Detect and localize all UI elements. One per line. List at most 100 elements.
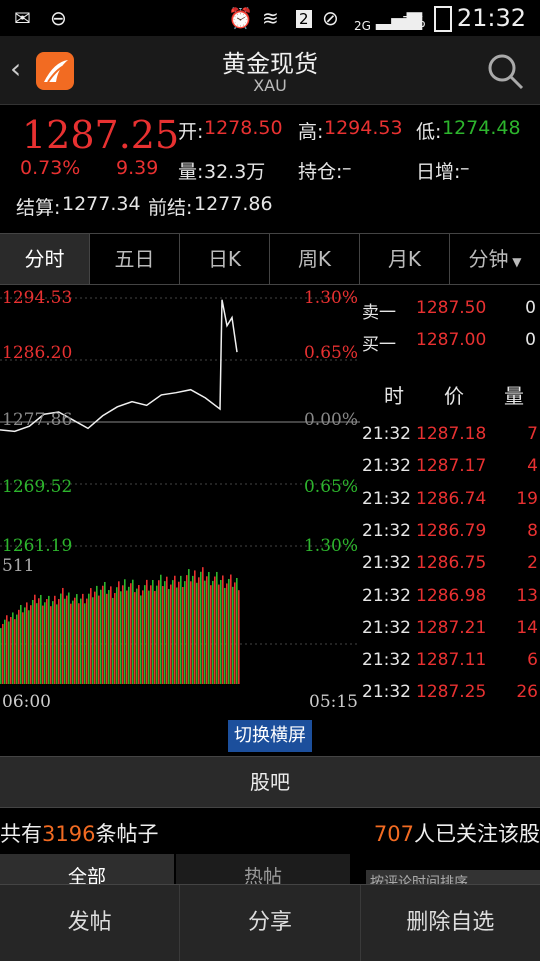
landscape-toggle-button[interactable]: 切换横屏: [228, 720, 312, 752]
volume-bar: [238, 590, 240, 684]
settle-label: 结算:: [16, 197, 61, 219]
sell1-qty: 0: [525, 298, 536, 318]
volume-bar: [138, 585, 140, 684]
tick-row: 21:32 1287.21 14: [360, 618, 540, 648]
post-count-suffix: 条帖子: [95, 822, 159, 846]
post-button[interactable]: 发帖: [0, 885, 181, 961]
volume-bar: [22, 612, 24, 684]
high-value: 1294.53: [324, 117, 403, 139]
volume-bar: [132, 579, 134, 684]
volume-bar: [144, 585, 146, 684]
volume-bar: [168, 589, 170, 684]
volume-bar: [198, 577, 200, 684]
last-price: 1287.25: [22, 113, 180, 157]
volume-bar: [152, 580, 154, 684]
tick-price: 1287.18: [416, 424, 487, 444]
volume-bar: [72, 600, 74, 684]
volume-bar: [38, 598, 40, 684]
volume-bar: [4, 619, 6, 684]
volume-bar: [92, 597, 94, 684]
tab-five-day[interactable]: 五日: [90, 234, 180, 284]
volume-bar: [6, 615, 8, 684]
change-value: 9.39: [116, 157, 159, 179]
volume-bar: [214, 576, 216, 684]
tick-price: 1287.21: [416, 617, 487, 638]
tick-qty: 8: [527, 520, 538, 541]
buy1-price: 1287.00: [416, 330, 487, 350]
clock: 21:32: [456, 4, 526, 32]
sell1-row: 卖一 1287.50 0: [360, 298, 540, 328]
volume-bar: [8, 621, 10, 684]
tick-row: 21:32 1287.17 4: [360, 456, 540, 486]
tab-intraday[interactable]: 分时: [0, 234, 90, 284]
volume-bar: [218, 584, 220, 684]
volume-bar: [50, 606, 52, 684]
volume-bar: [114, 592, 116, 684]
volume-bar: [160, 574, 162, 684]
dropdown-icon: ▼: [508, 255, 522, 269]
forum-button[interactable]: 股吧: [0, 756, 540, 808]
tick-time: 21:32: [362, 585, 411, 606]
tick-price: 1286.79: [416, 520, 487, 541]
pct-label-upper: 0.65%: [303, 343, 358, 363]
tab-weekly-k[interactable]: 周K: [270, 234, 360, 284]
post-count-prefix: 共有: [0, 822, 42, 846]
buy1-row: 买一 1287.00 0: [360, 330, 540, 360]
volume-bar: [30, 605, 32, 684]
tick-time: 21:32: [362, 682, 411, 703]
wifi-icon: ≋: [262, 6, 279, 30]
volume-bar: [84, 603, 86, 684]
volume-bar: [200, 571, 202, 684]
volume-bar: [28, 610, 30, 684]
volume-bar: [62, 587, 64, 684]
daily-increase-value: –: [460, 157, 470, 179]
search-icon[interactable]: [486, 52, 526, 96]
col-qty: 量: [504, 384, 524, 408]
tab-monthly-k[interactable]: 月K: [360, 234, 450, 284]
tick-time: 21:32: [362, 650, 411, 671]
change-percent: 0.73%: [20, 157, 81, 179]
volume-bar: [150, 585, 152, 684]
volume-bar: [188, 569, 190, 684]
volume-bar: [16, 614, 18, 684]
battery-icon: [434, 6, 452, 32]
tick-row: 21:32 1286.75 2: [360, 553, 540, 583]
intraday-chart[interactable]: 1294.53 1286.20 1277.86 1269.52 1261.19 …: [0, 284, 360, 714]
price-label-upper: 1286.20: [2, 343, 73, 363]
volume-bar: [66, 595, 68, 684]
tick-price: 1286.98: [416, 585, 487, 606]
pct-label-lower: 0.65%: [303, 477, 358, 497]
remove-watchlist-button[interactable]: 删除自选: [361, 885, 540, 961]
page-subtitle: XAU: [253, 76, 287, 95]
tick-qty: 19: [516, 488, 538, 509]
prev-settle-label: 前结:: [148, 197, 193, 219]
volume-max-label: 511: [2, 556, 35, 576]
volume-bar: [176, 587, 178, 684]
tab-hot-posts[interactable]: 热帖: [176, 854, 350, 886]
tick-row: 21:32 1287.18 7: [360, 424, 540, 454]
minus-circle-icon: ⊖: [50, 6, 67, 30]
volume-bar: [34, 594, 36, 684]
volume-bar: [68, 592, 70, 684]
volume-bar: [204, 580, 206, 684]
tick-row: 21:32 1286.74 19: [360, 489, 540, 519]
share-button[interactable]: 分享: [180, 885, 361, 961]
volume-bar: [94, 591, 96, 684]
volume-bar: [158, 580, 160, 684]
status-bar: ✉ ⊖ ⏰ ≋ 2 ⊘ 2G ▂▄▆ 7% 21:32: [0, 0, 540, 36]
tick-price: 1287.17: [416, 456, 487, 477]
volume-bar: [14, 619, 16, 684]
follower-count: 707: [373, 822, 414, 846]
volume-bar: [102, 585, 104, 684]
volume-bar: [122, 585, 124, 684]
volume-bar: [116, 587, 118, 684]
volume-bar: [202, 567, 204, 684]
tick-price: 1287.11: [416, 650, 487, 671]
tick-time: 21:32: [362, 488, 411, 509]
volume-value: 32.3万: [204, 161, 266, 183]
tab-all-posts[interactable]: 全部: [0, 854, 174, 886]
tab-minute[interactable]: 分钟 ▼: [450, 234, 540, 284]
volume-bar: [162, 586, 164, 684]
buy1-qty: 0: [525, 330, 536, 350]
tab-daily-k[interactable]: 日K: [180, 234, 270, 284]
